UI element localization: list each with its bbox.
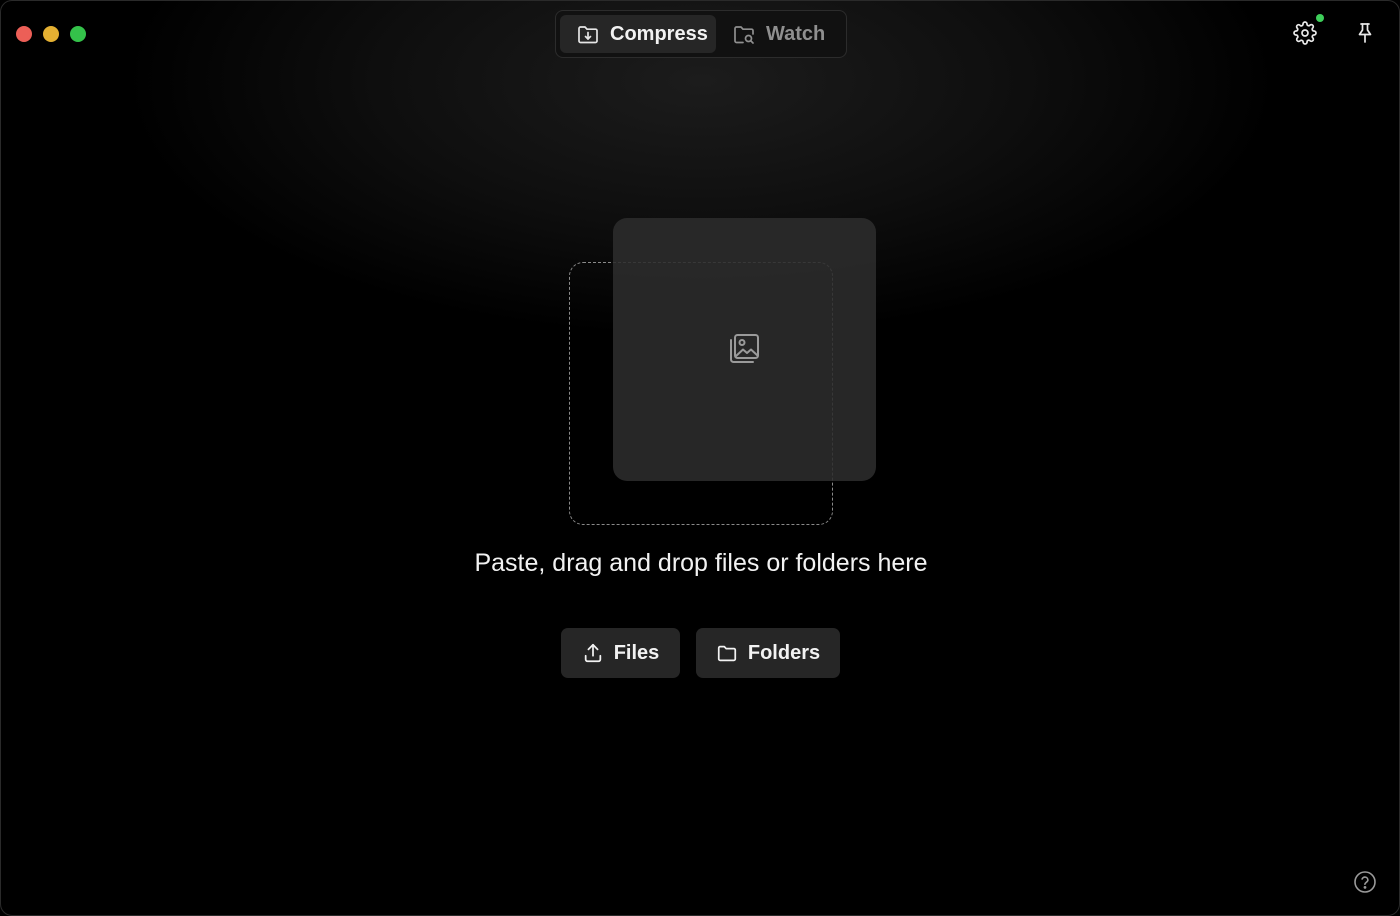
select-files-button[interactable]: Files (561, 628, 680, 678)
maximize-window-button[interactable] (70, 26, 86, 42)
image-gallery-icon (730, 334, 759, 363)
folder-search-icon (734, 26, 754, 44)
tab-compress-label: Compress (610, 22, 708, 45)
close-window-button[interactable] (16, 26, 32, 42)
files-button-label: Files (613, 641, 660, 664)
minimize-window-button[interactable] (43, 26, 59, 42)
tab-compress[interactable]: Compress (560, 15, 716, 53)
folders-button-label: Folders (747, 641, 821, 664)
settings-update-dot (1316, 14, 1324, 22)
pin-icon[interactable] (1353, 21, 1377, 45)
upload-icon (584, 643, 601, 663)
window-controls (16, 26, 86, 42)
app-window: Compress Watch Paste, drag and drop file… (0, 0, 1400, 916)
dropzone-instructions: Paste, drag and drop files or folders he… (474, 549, 928, 577)
folder-icon (717, 645, 736, 662)
tab-watch[interactable]: Watch (720, 15, 842, 53)
tab-watch-label: Watch (766, 22, 826, 45)
help-circle-icon[interactable] (1353, 870, 1377, 894)
mode-switcher: Compress Watch (555, 10, 847, 58)
select-folders-button[interactable]: Folders (696, 628, 840, 678)
folder-download-icon (578, 26, 598, 44)
gear-icon[interactable] (1293, 21, 1317, 45)
